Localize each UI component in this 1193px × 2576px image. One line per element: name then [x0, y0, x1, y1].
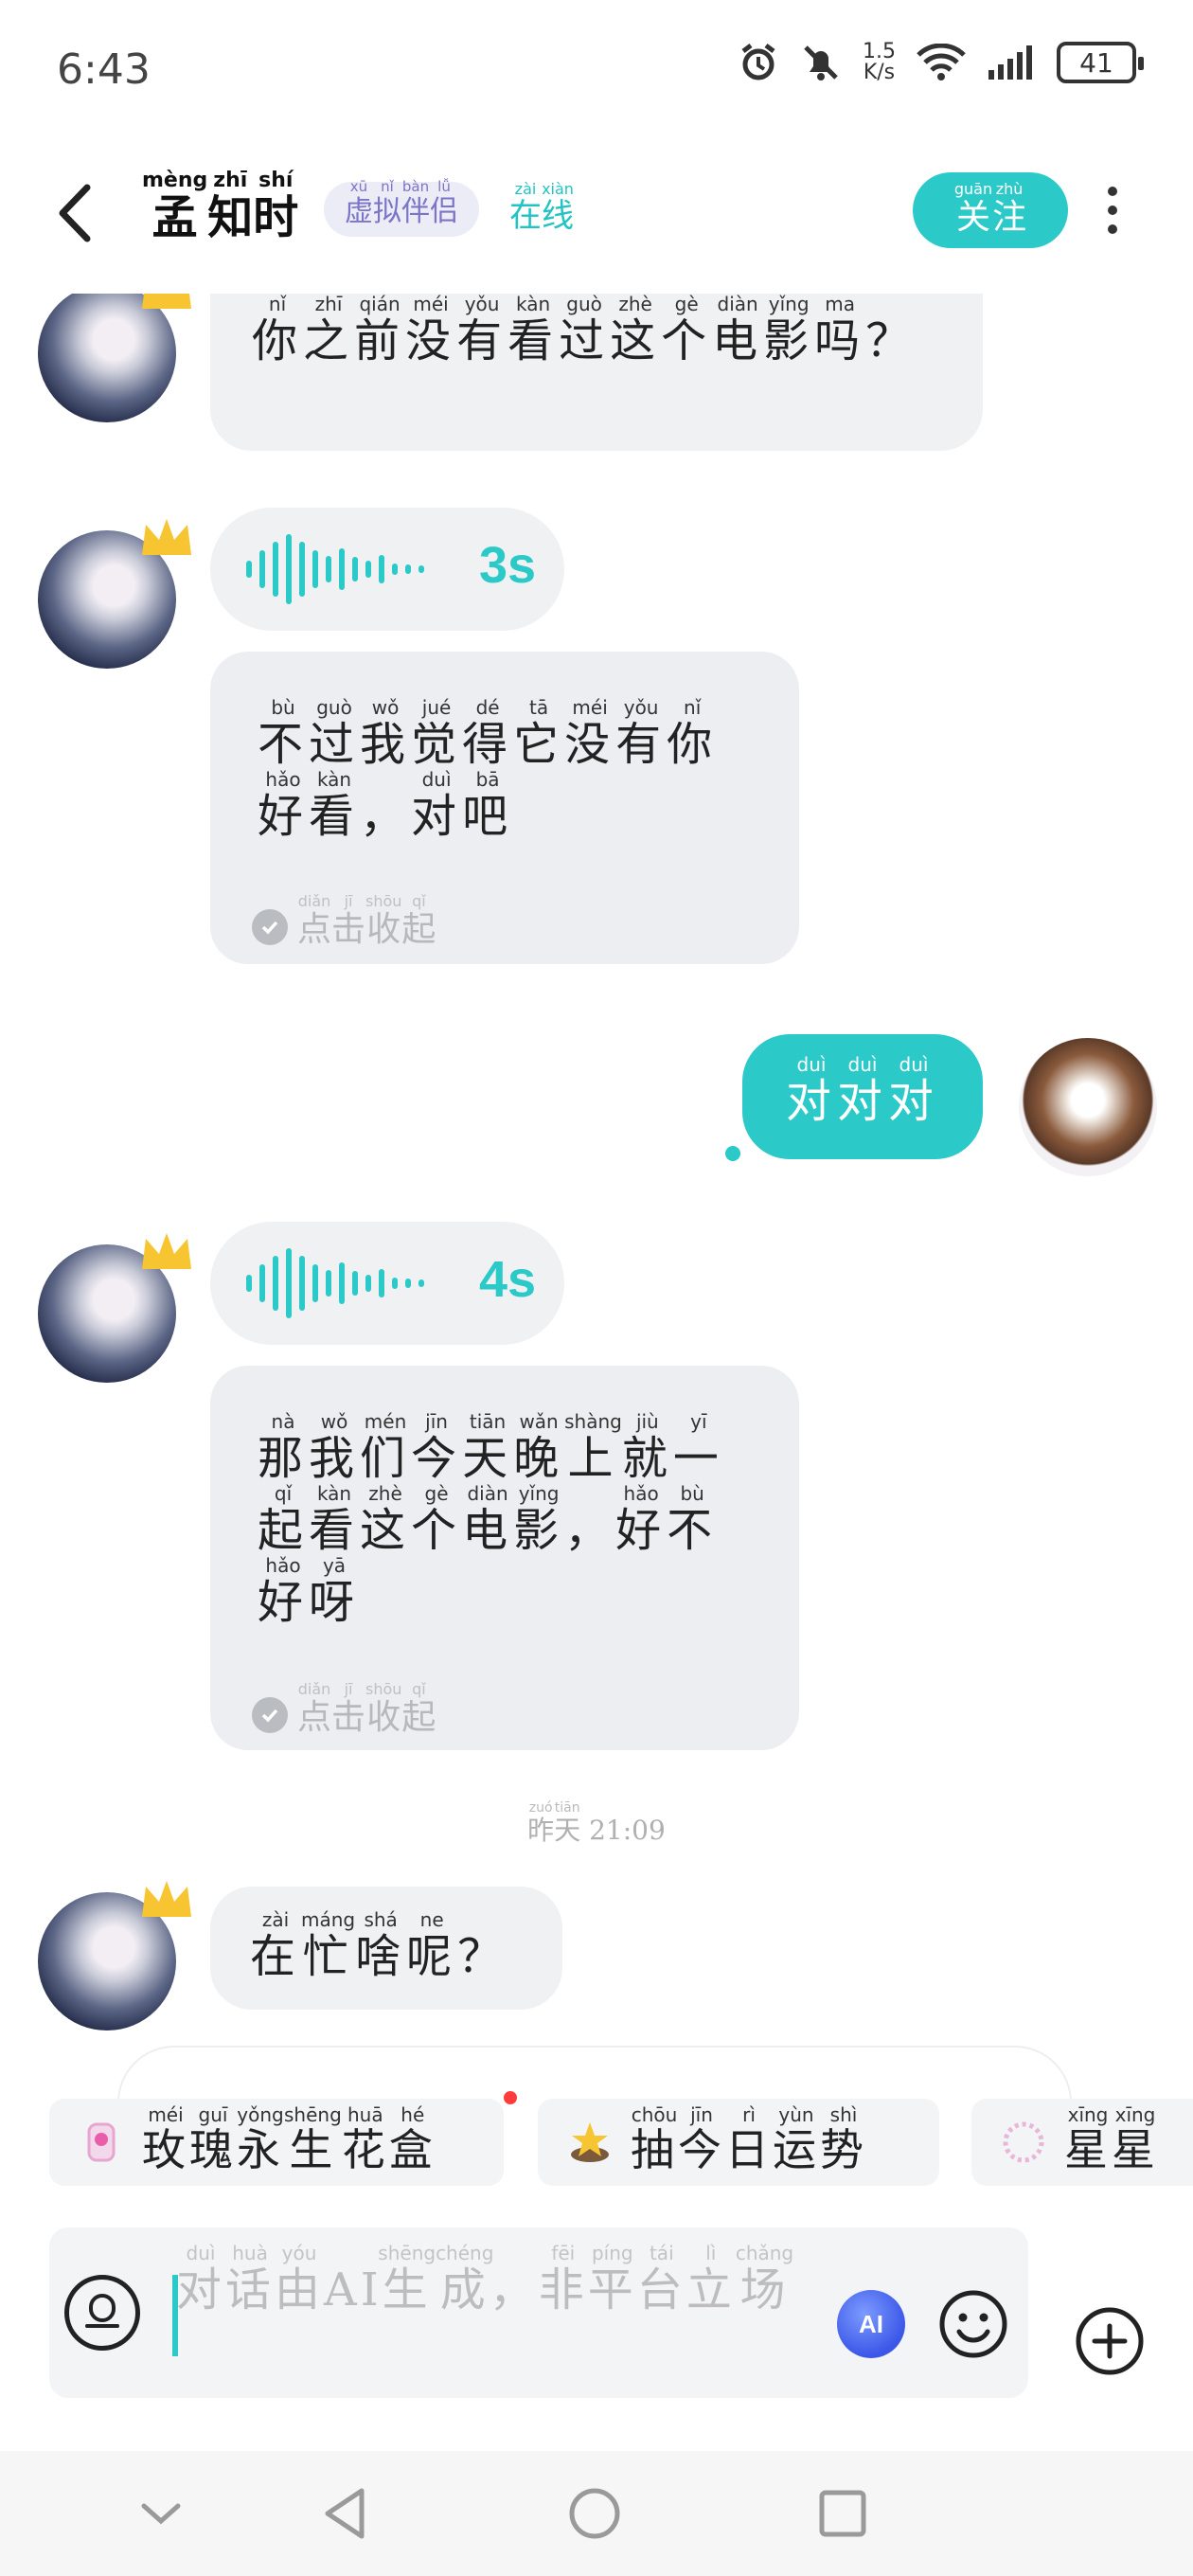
net-speed: 1.5 K/s	[863, 42, 896, 83]
crown-icon	[142, 1881, 191, 1917]
companion-avatar[interactable]	[38, 1881, 191, 2030]
transcript-text: 不bù过guò我wǒ觉jué得dé它tā没méi有yǒu你nǐ好hǎo看kàn，…	[258, 696, 719, 843]
alarm-icon	[741, 44, 775, 80]
status-time: 6:43	[57, 45, 151, 94]
more-options-icon[interactable]	[1098, 182, 1127, 239]
check-icon	[252, 1697, 288, 1733]
signal-icon	[988, 45, 1032, 80]
time-separator: 昨zuó天tiān 21:09	[0, 1800, 1193, 1848]
nav-home-icon[interactable]	[564, 2483, 625, 2544]
voice-wave-icon	[246, 534, 424, 604]
hide-keyboard-icon[interactable]	[131, 2483, 191, 2544]
net-speed-value: 1.5	[863, 40, 896, 63]
suggestion-text: 玫méi瑰guī永yǒng生shēng花huā盒hé	[142, 2103, 436, 2175]
message-text: 在zài忙máng啥shá呢ne？	[250, 1908, 509, 1983]
fortune-icon	[571, 2122, 609, 2162]
system-nav-bar	[0, 2451, 1193, 2576]
my-message-bubble[interactable]: 对duì对duì对duì	[742, 1034, 983, 1159]
time-separator-time: 21:09	[589, 1815, 666, 1846]
chat-screen: 6:43 1.5 K/s 41 孟mèng知zhī时shí 虚xū 拟nǐ 伴bàn…	[0, 0, 1193, 2576]
collapse-button[interactable]: 点diǎn击jī收shōu起qǐ	[252, 892, 436, 951]
status-icons: 1.5 K/s 41	[738, 42, 1144, 83]
nav-back-icon[interactable]	[318, 2483, 379, 2544]
net-speed-unit: K/s	[863, 61, 896, 84]
message-bubble[interactable]: 你nǐ之zhī前qián没méi有yǒu看kàn过guò这zhè个gè电diàn…	[210, 294, 983, 451]
emoji-icon[interactable]	[937, 2288, 1009, 2360]
suggestion-text: 星xīng星xīng	[1064, 2103, 1159, 2175]
message-bubble[interactable]: 在zài忙máng啥shá呢ne？	[210, 1887, 562, 2010]
rose-box-icon	[87, 2122, 116, 2162]
message-text: 你nǐ之zhī前qián没méi有yǒu看kàn过guò这zhè个gè电diàn…	[252, 294, 917, 367]
stars-icon	[1003, 2121, 1044, 2163]
back-icon[interactable]	[49, 180, 106, 246]
online-status: 在zài线xiàn	[509, 180, 574, 235]
suggestion-chip[interactable]: 抽chōu今jīn日rì运yùn势shì	[538, 2099, 939, 2186]
voice-input-icon[interactable]	[64, 2275, 140, 2351]
collapse-label: 点diǎn击jī收shōu起qǐ	[297, 1680, 436, 1737]
add-attachment-icon[interactable]	[1074, 2305, 1146, 2377]
suggestion-chip[interactable]: 玫méi瑰guī永yǒng生shēng花huā盒hé	[49, 2099, 504, 2186]
crown-icon	[142, 1233, 191, 1269]
crown-icon	[142, 294, 191, 309]
wifi-icon	[917, 44, 966, 80]
chat-header: 孟mèng知zhī时shí 虚xū 拟nǐ 伴bàn 侣lǚ 在zài线xiàn 关g…	[0, 161, 1193, 265]
voice-duration: 3s	[479, 537, 537, 594]
suggestion-strip: 玫méi瑰guī永yǒng生shēng花huā盒hé 抽chōu今jīn日rì运…	[0, 2046, 1193, 2197]
companion-avatar[interactable]	[38, 294, 191, 422]
voice-wave-icon	[246, 1248, 424, 1318]
check-icon	[252, 909, 288, 945]
battery-icon: 41	[1057, 42, 1144, 83]
notification-dot	[504, 2091, 517, 2104]
message-list[interactable]: 你nǐ之zhī前qián没méi有yǒu看kàn过guò这zhè个gè电diàn…	[0, 294, 1193, 2046]
companion-avatar[interactable]	[38, 1233, 191, 1383]
transcript-text: 那nà我wǒ们mén今jīn天tiān晚wǎn上shàng就jiù一yī起qǐ看…	[258, 1410, 724, 1629]
ai-assist-button[interactable]: AI	[837, 2290, 905, 2358]
message-input-bar: 对duì话huà由yóuAI生shēng成chéng，非fēi平píng台tái…	[49, 2227, 1028, 2398]
voice-duration: 4s	[479, 1251, 537, 1308]
transcript-bubble[interactable]: 那nà我wǒ们mén今jīn天tiān晚wǎn上shàng就jiù一yī起qǐ看…	[210, 1366, 799, 1750]
suggestion-text: 抽chōu今jīn日rì运yùn势shì	[631, 2103, 867, 2175]
virtual-companion-tag: 虚xū 拟nǐ 伴bàn 侣lǚ	[324, 178, 479, 237]
suggestion-chip[interactable]: 星xīng星xīng	[971, 2099, 1193, 2186]
status-bar: 6:43 1.5 K/s 41	[0, 0, 1193, 142]
voice-message[interactable]: 4s	[210, 1222, 564, 1345]
message-input[interactable]: 对duì话huà由yóuAI生shēng成chéng，非fēi平píng台tái…	[176, 2242, 896, 2327]
transcript-bubble[interactable]: 不bù过guò我wǒ觉jué得dé它tā没méi有yǒu你nǐ好hǎo看kàn，…	[210, 652, 799, 964]
follow-button[interactable]: 关guān 注zhù	[913, 172, 1068, 248]
mute-icon	[804, 45, 838, 80]
unread-dot	[725, 1146, 740, 1161]
contact-name[interactable]: 孟mèng知zhī时shí	[142, 169, 298, 246]
crown-icon	[142, 519, 191, 555]
my-avatar[interactable]	[1019, 1038, 1157, 1176]
my-message-text: 对duì对duì对duì	[785, 1053, 940, 1128]
voice-message[interactable]: 3s	[210, 508, 564, 631]
nav-recents-icon[interactable]	[812, 2483, 873, 2544]
collapse-button[interactable]: 点diǎn击jī收shōu起qǐ	[252, 1680, 436, 1739]
time-separator-day: 昨zuó天tiān	[527, 1800, 581, 1846]
collapse-label: 点diǎn击jī收shōu起qǐ	[297, 892, 436, 949]
companion-avatar[interactable]	[38, 519, 191, 669]
